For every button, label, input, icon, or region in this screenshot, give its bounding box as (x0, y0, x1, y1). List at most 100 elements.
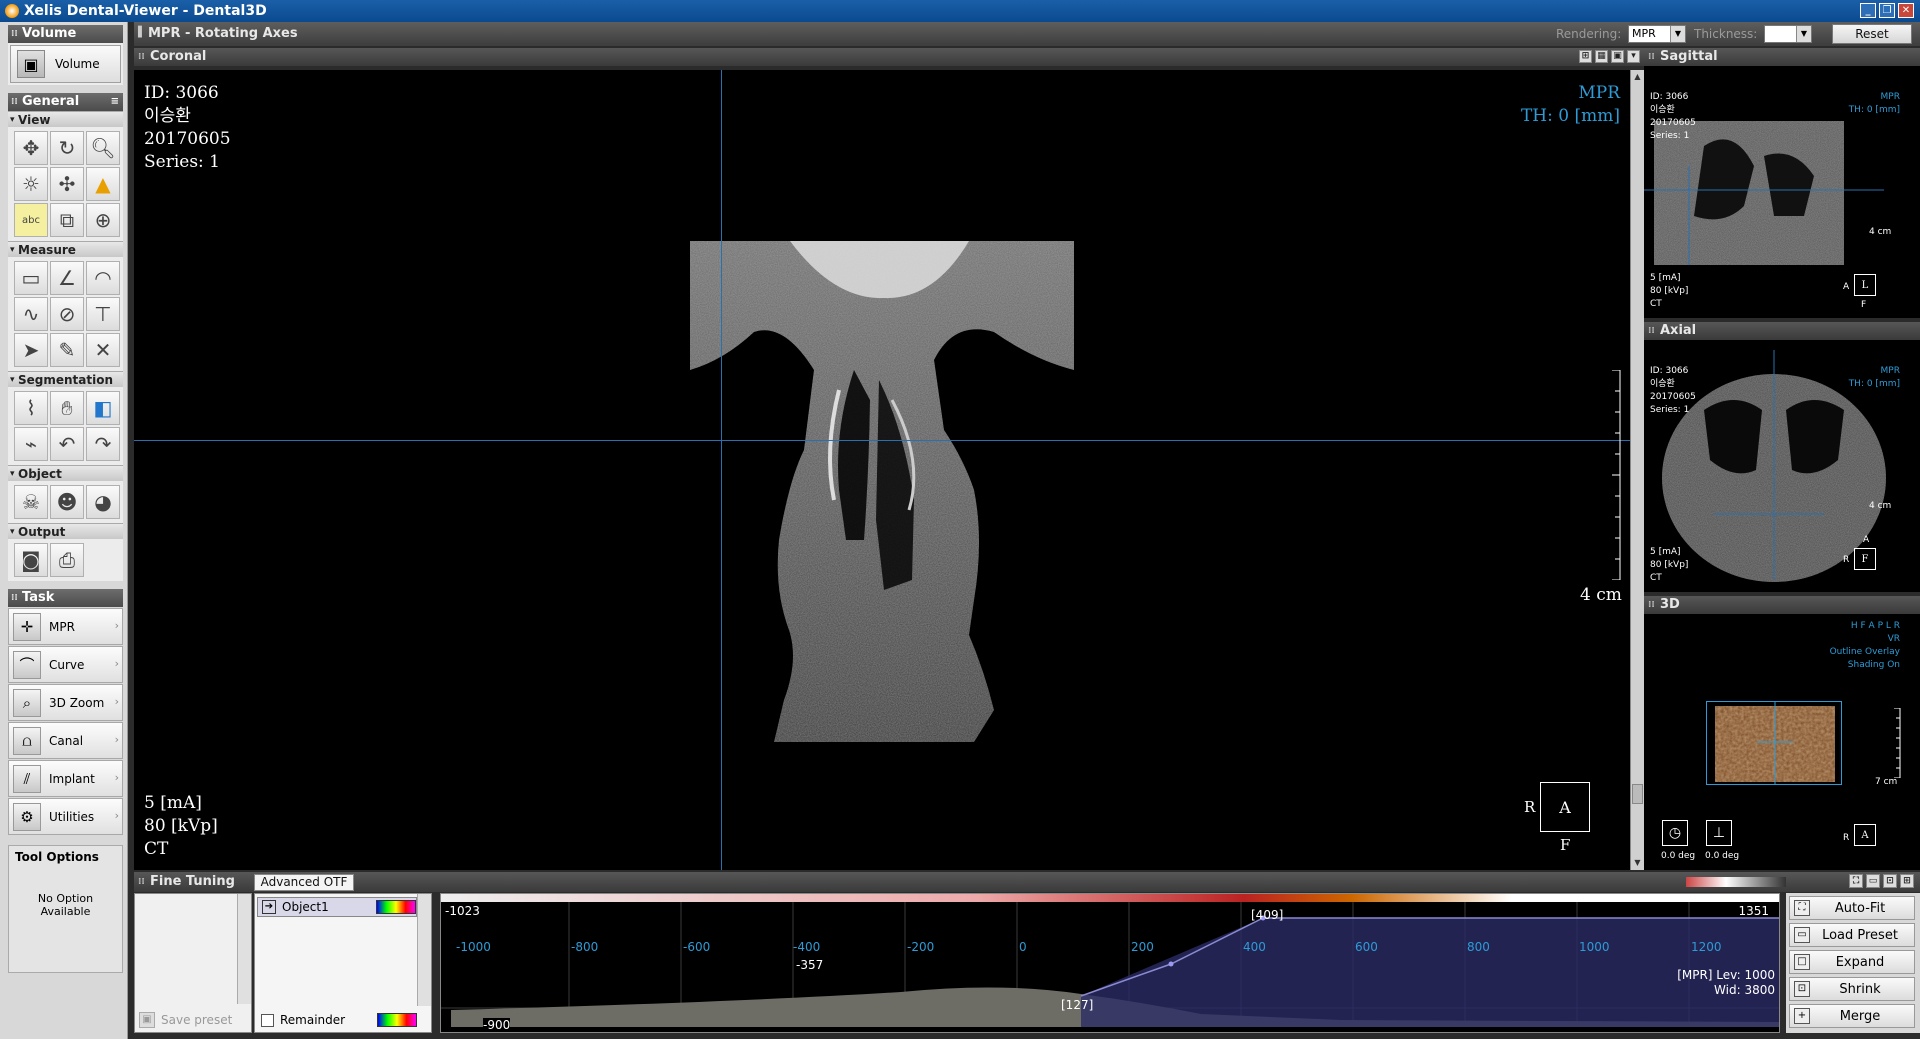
minimize-icon[interactable]: _ (1860, 3, 1876, 18)
fit-icon[interactable]: ⛶ (1849, 874, 1863, 888)
scroll-thumb[interactable] (1632, 784, 1643, 804)
print-icon[interactable]: ⎙ (50, 543, 84, 577)
angle-icon[interactable]: ∠ (50, 261, 84, 295)
segmentation-subheader[interactable]: Segmentation (8, 371, 123, 388)
rotate-y-icon[interactable]: ⊥ (1706, 820, 1732, 846)
merge-button[interactable]: + Merge (1789, 1004, 1915, 1028)
orientation-letters[interactable]: H F A P L R (1830, 620, 1900, 633)
fan-icon[interactable]: ✣ (50, 167, 84, 201)
grid-icon[interactable]: ▦ (1595, 50, 1608, 63)
general-header[interactable]: General ≡ (8, 93, 123, 111)
thickness-select[interactable] (1764, 25, 1812, 43)
task-utilities-button[interactable]: ⚙ Utilities (8, 798, 123, 835)
preset-list[interactable]: ▣ Save preset (134, 893, 252, 1033)
color-strip[interactable] (1686, 877, 1786, 887)
rendering-select[interactable]: MPR (1628, 25, 1686, 43)
otf-editor[interactable]: -1023 1351 [409] [127] -357 -900 -1000 -… (440, 893, 1780, 1033)
auto-fit-button[interactable]: ⛶ Auto-Fit (1789, 896, 1915, 920)
axial-orientation-cube[interactable]: F (1854, 548, 1876, 570)
crosshair-horizontal[interactable] (134, 440, 1630, 441)
axial-viewport[interactable]: ID: 3066 이승환 20170605 Series: 1 MPR TH: … (1644, 340, 1920, 592)
object-list-scrollbar[interactable] (417, 894, 431, 1006)
otf-upper-marker[interactable]: [409] (1251, 908, 1283, 922)
menu-icon[interactable]: ≡ (111, 93, 119, 111)
task-canal-button[interactable]: ⩍ Canal (8, 722, 123, 759)
profile-icon[interactable]: ∿ (14, 297, 48, 331)
knife-icon[interactable]: ⌇ (14, 391, 48, 425)
pointer-icon[interactable]: ➤ (14, 333, 48, 367)
camera-icon[interactable]: ◙ (14, 543, 48, 577)
modality: CT (1650, 299, 1662, 309)
cut-icon[interactable]: ⌁ (14, 427, 48, 461)
save-preset-button[interactable]: ▣ Save preset (139, 1012, 232, 1028)
rotate-x-icon[interactable]: ◷ (1662, 820, 1688, 846)
shrink-button[interactable]: ⊡ Shrink (1789, 977, 1915, 1001)
expand-button[interactable]: □ Expand (1789, 950, 1915, 974)
view-subheader[interactable]: View (8, 111, 123, 128)
target-icon[interactable]: ⊕ (86, 203, 120, 237)
label-icon[interactable]: ⊤ (86, 297, 120, 331)
zoom-fit-icon[interactable]: ⊡ (1883, 874, 1897, 888)
rotate-icon[interactable]: ↻ (50, 131, 84, 165)
close-icon[interactable]: ✕ (1898, 3, 1914, 18)
hand-icon[interactable]: ✋︎ (50, 391, 84, 425)
task-header[interactable]: Task (8, 589, 123, 607)
warning-triangle-icon[interactable]: ▲ (86, 167, 120, 201)
task-3d-zoom-button[interactable]: ⌕ 3D Zoom (8, 684, 123, 721)
text-annotation-icon[interactable]: abc (14, 203, 48, 237)
object-colormap[interactable] (376, 900, 416, 914)
crosshair-vertical[interactable] (721, 70, 722, 870)
skull-icon[interactable]: ☠ (14, 485, 48, 519)
pan-icon[interactable]: ✥ (14, 131, 48, 165)
copy-icon[interactable]: ⧉ (50, 203, 84, 237)
layout-icon[interactable]: ⊞ (1579, 50, 1592, 63)
3d-volume-thumbnail[interactable] (1706, 701, 1842, 785)
ruler-icon[interactable]: ▭ (14, 261, 48, 295)
sagittal-viewport[interactable]: ID: 3066 이승환 20170605 Series: 1 MPR TH: … (1644, 66, 1920, 318)
otf-color-bar[interactable] (441, 894, 1779, 902)
dropdown-icon[interactable]: ▾ (1627, 50, 1640, 63)
advanced-otf-tab[interactable]: Advanced OTF (254, 874, 354, 891)
delete-icon[interactable]: ✕ (86, 333, 120, 367)
load-preset-button[interactable]: ▭ Load Preset (1789, 923, 1915, 947)
eraser-icon[interactable]: ✎ (50, 333, 84, 367)
remainder-checkbox[interactable] (261, 1013, 274, 1027)
coronal-scrollbar[interactable]: ▲ ▼ (1630, 70, 1644, 870)
redo-icon[interactable]: ↷ (86, 427, 120, 461)
scroll-down-icon[interactable]: ▼ (1632, 857, 1643, 869)
volume-button[interactable]: ▣ Volume (10, 45, 121, 83)
area-icon[interactable]: ⊘ (50, 297, 84, 331)
remainder-colormap[interactable] (377, 1013, 417, 1027)
undo-icon[interactable]: ↶ (50, 427, 84, 461)
3d-orientation-cube[interactable]: A (1854, 824, 1876, 846)
otf-lower-marker[interactable]: [127] (1061, 998, 1093, 1012)
layers-icon[interactable]: ◧ (86, 391, 120, 425)
protractor-icon[interactable]: ◠ (86, 261, 120, 295)
brightness-icon[interactable]: ☼ (14, 167, 48, 201)
otf-graph[interactable] (441, 902, 1779, 1032)
maximize-icon[interactable]: ▣ (1611, 50, 1624, 63)
object-row[interactable]: ➔ Object1 (257, 897, 417, 917)
object-visibility-icon[interactable]: ➔ (262, 900, 276, 914)
measure-subheader[interactable]: Measure (8, 241, 123, 258)
head-icon[interactable]: ◕ (86, 485, 120, 519)
face-icon[interactable]: ☻ (50, 485, 84, 519)
scroll-up-icon[interactable]: ▲ (1632, 71, 1643, 83)
coronal-viewport[interactable]: ID: 3066 이승환 20170605 Series: 1 MPR TH: … (134, 70, 1630, 870)
task-mpr-button[interactable]: ✛ MPR (8, 608, 123, 645)
output-subheader[interactable]: Output (8, 523, 123, 540)
remainder-row[interactable]: Remainder (257, 1010, 417, 1030)
zoom-icon[interactable]: 🔍︎ (86, 131, 120, 165)
window-icon[interactable]: ▭ (1866, 874, 1880, 888)
preset-list-scrollbar[interactable] (237, 894, 251, 1004)
sagittal-orientation-cube[interactable]: L (1854, 274, 1876, 296)
orientation-cube[interactable]: A (1540, 782, 1590, 832)
task-curve-button[interactable]: ⌒ Curve (8, 646, 123, 683)
volume-header[interactable]: Volume (8, 25, 123, 43)
restore-icon[interactable]: ❐ (1879, 3, 1895, 18)
3d-viewport[interactable]: H F A P L R VR Outline Overlay Shading O… (1644, 614, 1920, 870)
reset-button[interactable]: Reset (1832, 24, 1912, 44)
task-implant-button[interactable]: ⫽ Implant (8, 760, 123, 797)
expand-icon[interactable]: ⊞ (1900, 874, 1914, 888)
object-subheader[interactable]: Object (8, 465, 123, 482)
